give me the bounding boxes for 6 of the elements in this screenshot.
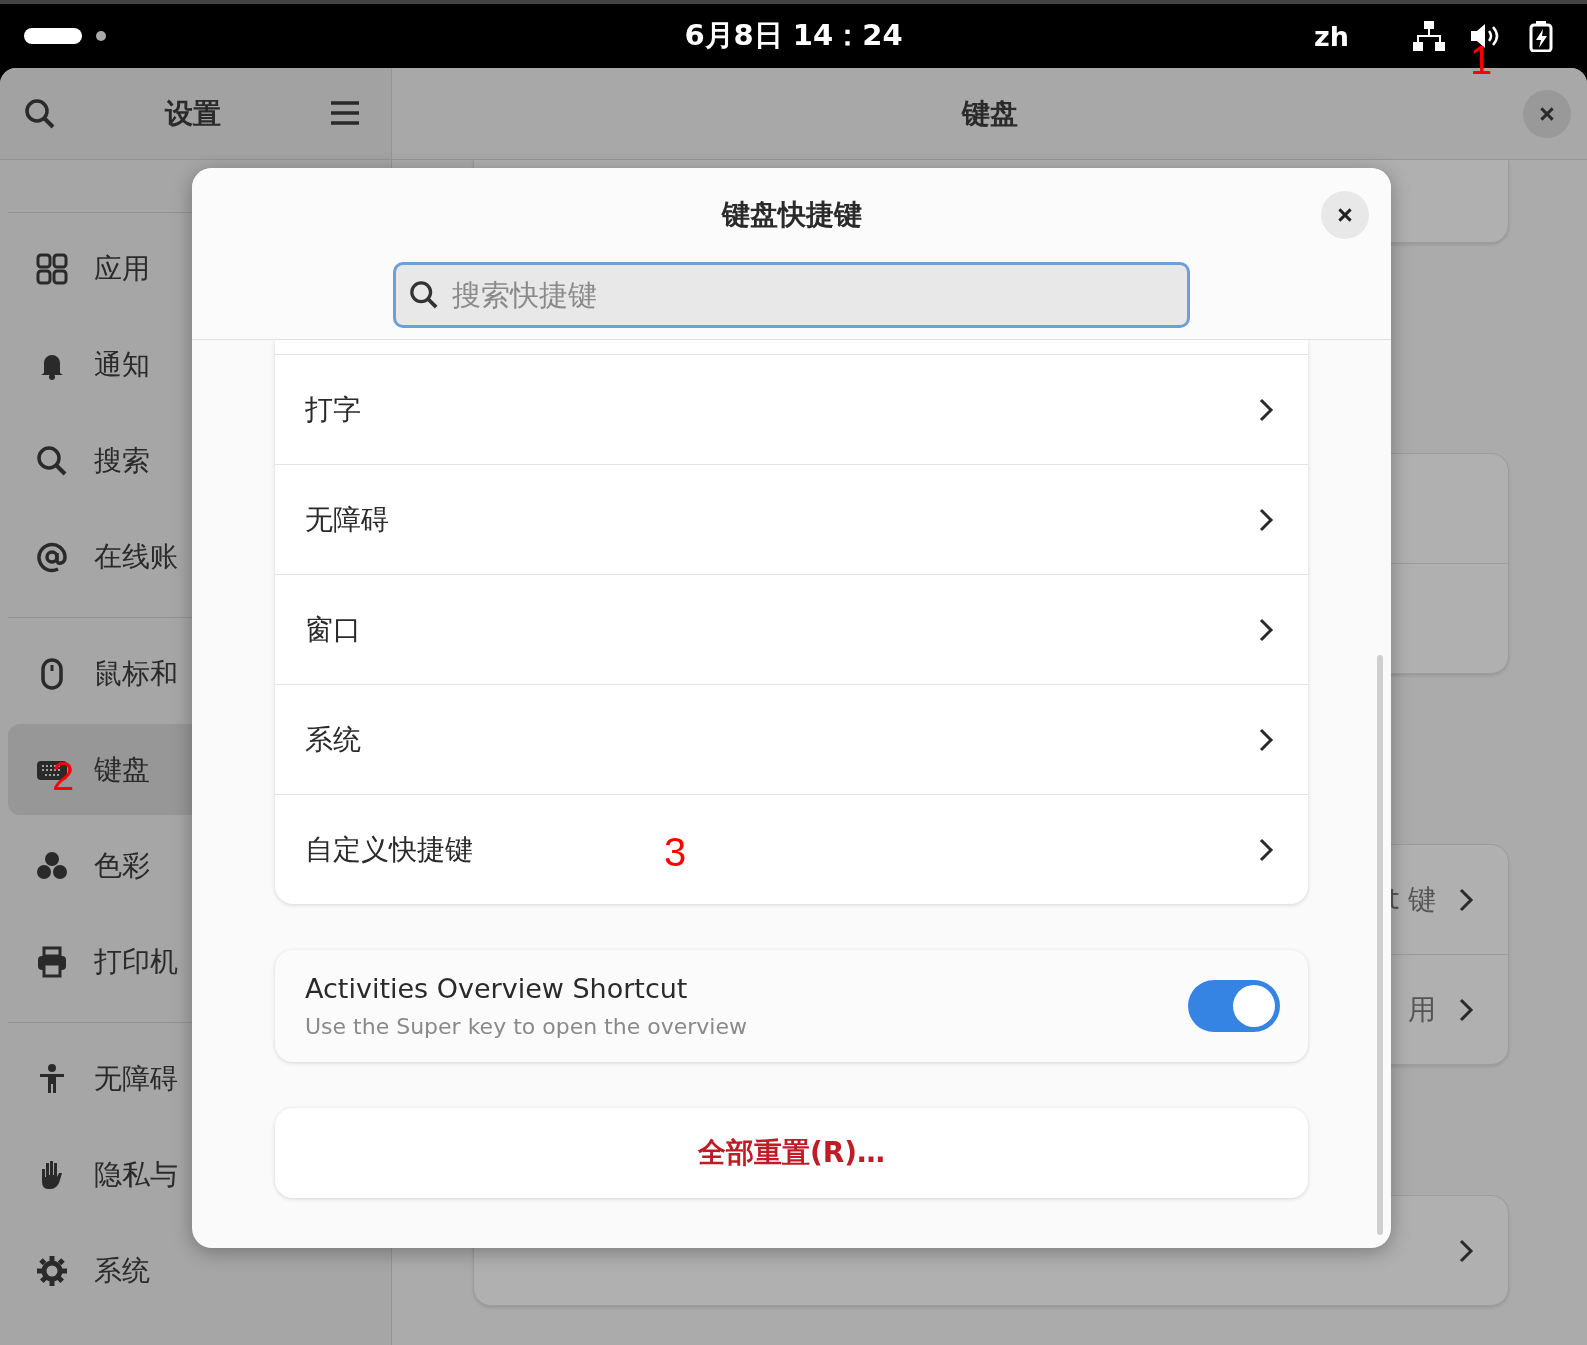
row-subtitle: Use the Super key to open the overview [305, 1014, 747, 1039]
page-title: 键盘 [961, 95, 1018, 132]
sidebar-title: 设置 [164, 95, 221, 132]
row-title: Activities Overview Shortcut [305, 973, 689, 1004]
dialog-title: 键盘快捷键 [721, 197, 862, 233]
annotation-number: 3 [664, 832, 687, 872]
